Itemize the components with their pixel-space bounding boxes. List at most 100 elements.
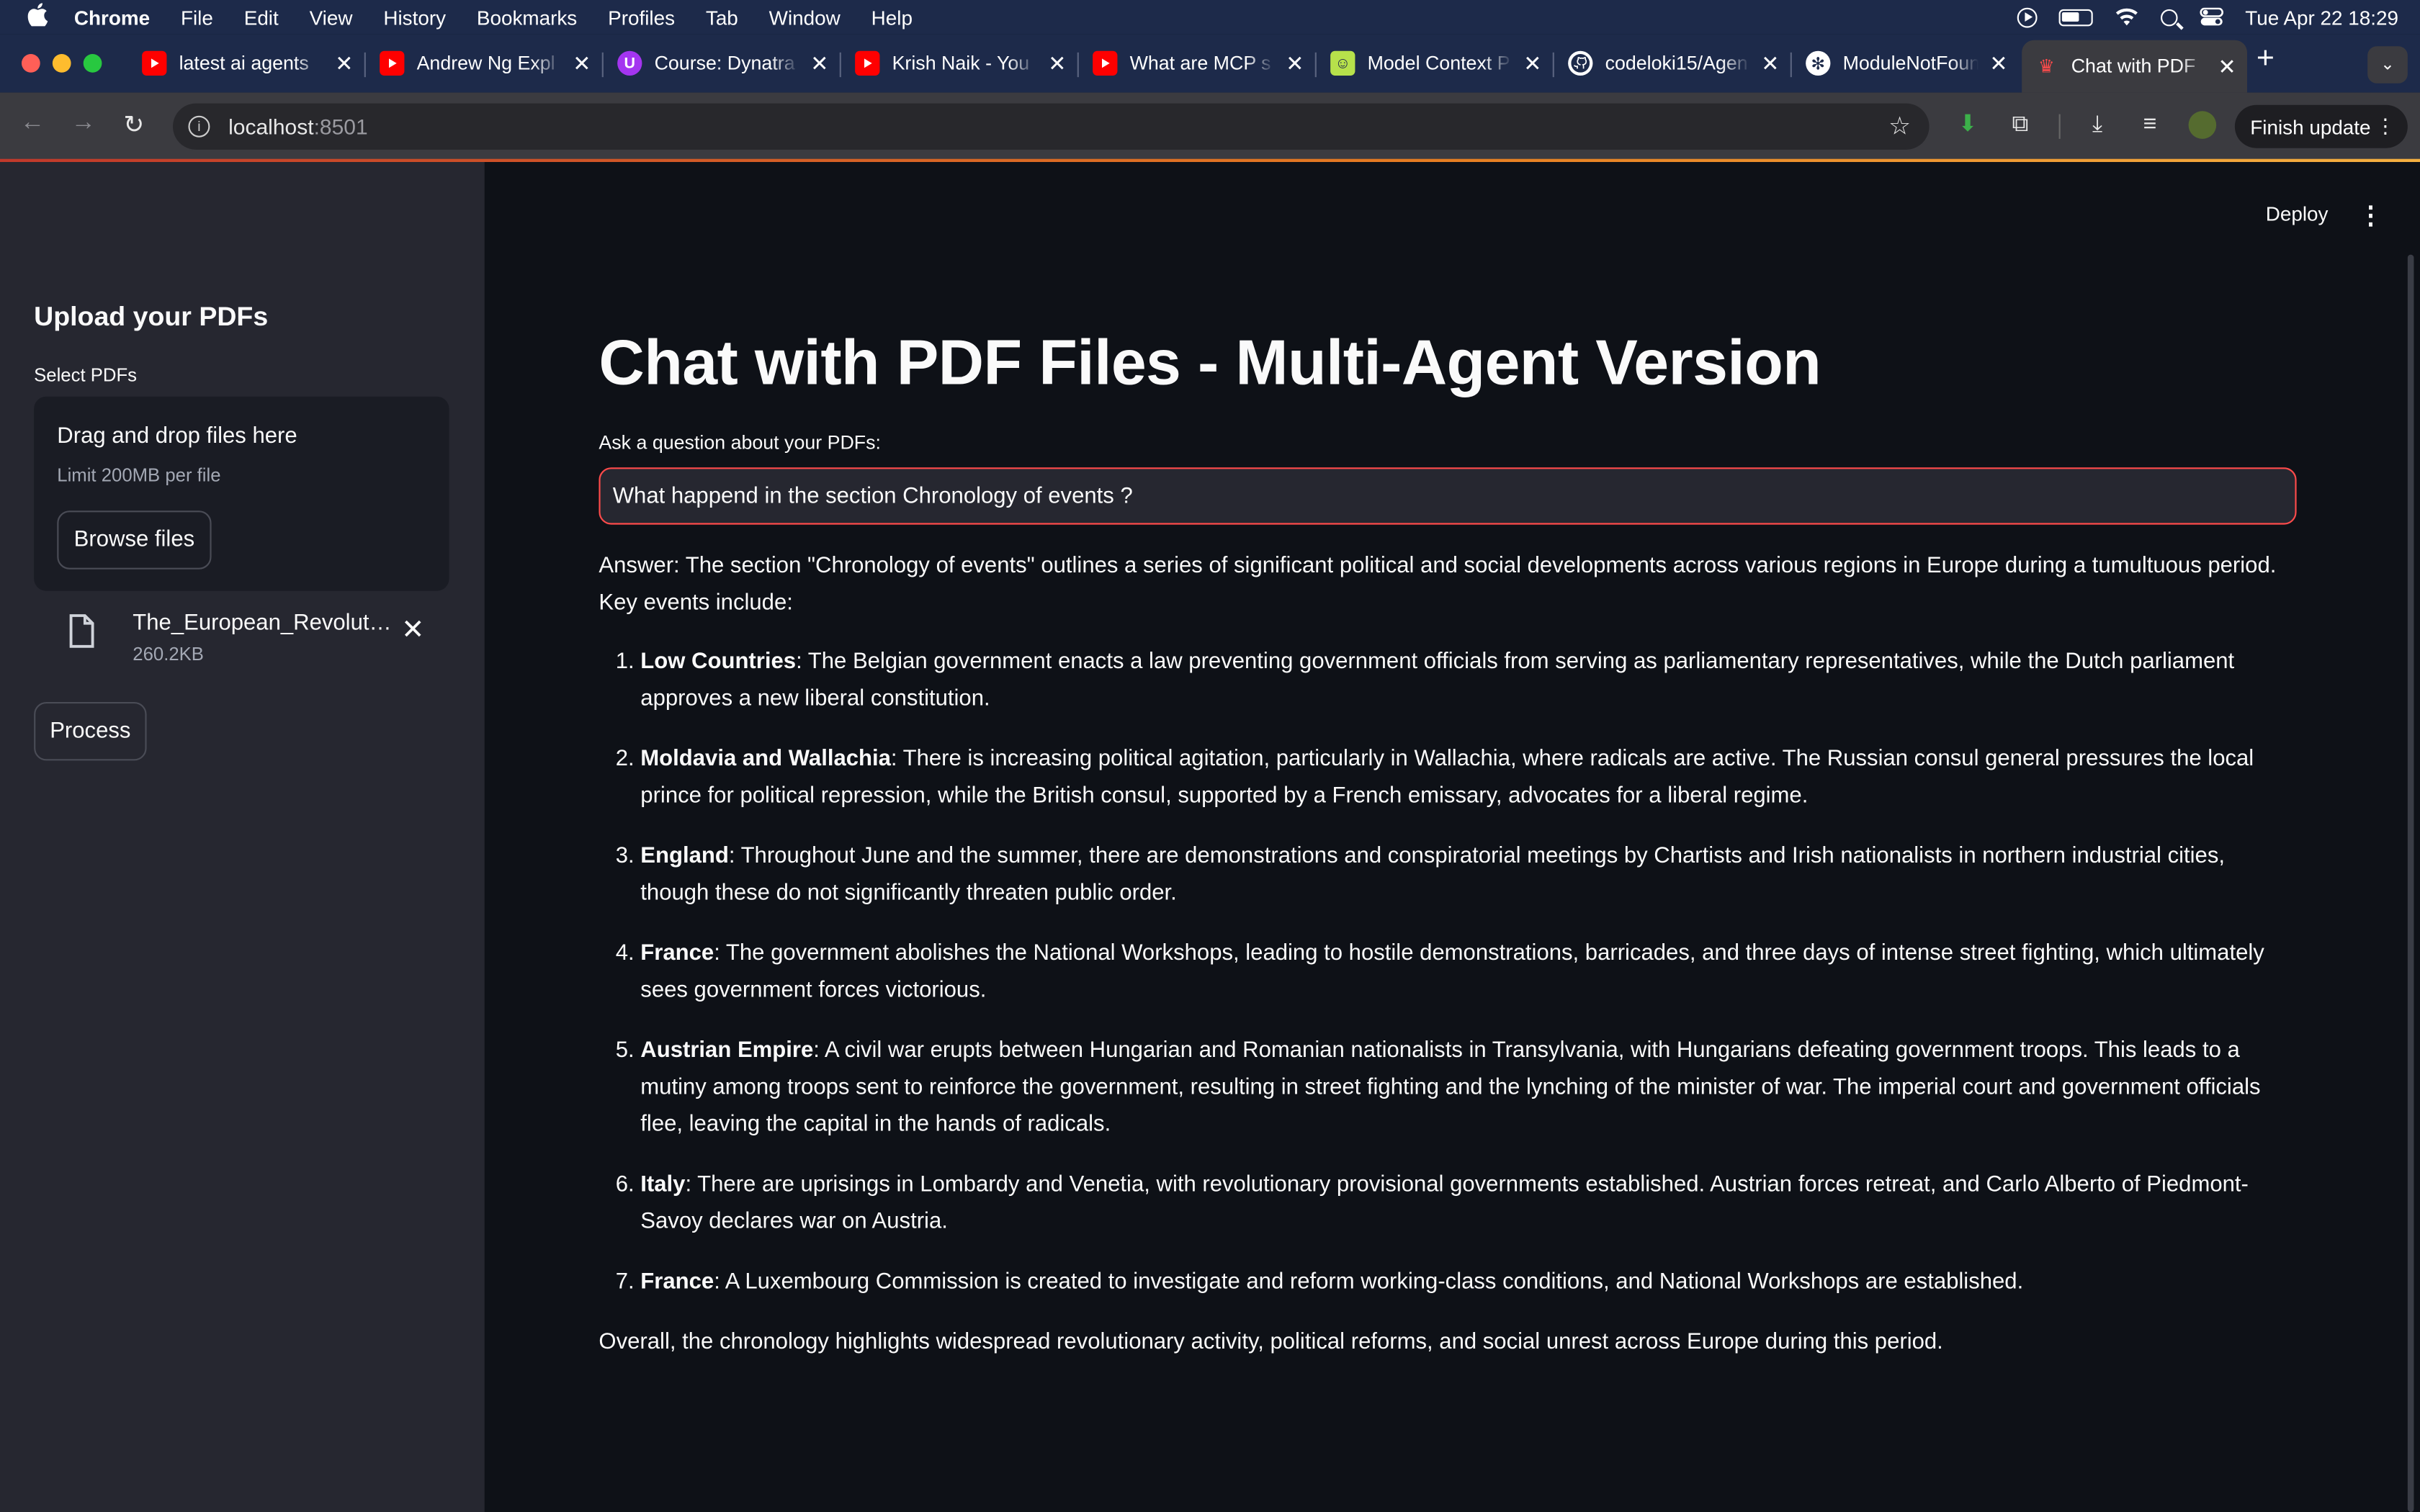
tab-title: What are MCP s	[1129, 52, 1271, 74]
browser-tab-active[interactable]: ♛ Chat with PDF ✕	[2022, 40, 2247, 93]
process-button[interactable]: Process	[34, 701, 147, 761]
reload-icon[interactable]: ↻	[123, 109, 144, 140]
tab-search-chevron-icon[interactable]: ⌄	[2367, 46, 2408, 84]
close-tab-icon[interactable]: ✕	[2216, 53, 2238, 79]
profile-avatar[interactable]	[2188, 111, 2217, 139]
menu-window[interactable]: Window	[769, 6, 841, 29]
github-icon	[1568, 50, 1593, 76]
close-tab-icon[interactable]: ✕	[809, 50, 830, 76]
sidebar-title: Upload your PDFs	[34, 300, 269, 332]
finish-update-button[interactable]: Finish update ⋮	[2234, 104, 2408, 148]
file-icon	[68, 614, 94, 648]
menu-file[interactable]: File	[181, 6, 213, 29]
answer-list: Low Countries: The Belgian government en…	[599, 644, 2296, 1301]
browser-tab[interactable]: codeloki15/Agen ✕	[1556, 40, 1791, 86]
back-arrow-icon[interactable]: ←	[20, 109, 45, 138]
tab-title: codeloki15/Agen	[1605, 52, 1748, 74]
site-info-icon[interactable]: i	[188, 115, 210, 138]
url-port: :8501	[313, 114, 368, 139]
list-item: France: The government abolishes the Nat…	[640, 935, 2296, 1009]
close-tab-icon[interactable]: ✕	[571, 50, 593, 76]
answer-block: Answer: The section "Chronology of event…	[599, 548, 2296, 1361]
reading-list-icon[interactable]: ≡	[2136, 111, 2164, 139]
menubar-clock[interactable]: Tue Apr 22 18:29	[2245, 6, 2398, 29]
tab-title: Andrew Ng Expl	[416, 52, 555, 74]
question-input[interactable]	[599, 467, 2297, 525]
menu-edit[interactable]: Edit	[244, 6, 279, 29]
apple-icon[interactable]	[27, 3, 53, 31]
close-tab-icon[interactable]: ✕	[333, 50, 355, 76]
select-pdfs-label: Select PDFs	[34, 364, 138, 386]
menu-help[interactable]: Help	[871, 6, 913, 29]
zoom-window-button[interactable]	[83, 54, 102, 73]
minimize-window-button[interactable]	[52, 54, 71, 73]
address-bar[interactable]: i localhost:8501 ☆	[173, 103, 1930, 150]
deploy-button[interactable]: Deploy	[2266, 202, 2329, 225]
menu-history[interactable]: History	[383, 6, 446, 29]
region-label: Austrian Empire	[640, 1038, 814, 1063]
menu-tab[interactable]: Tab	[706, 6, 738, 29]
url-host: localhost	[228, 114, 314, 139]
tab-title: Model Context P	[1367, 52, 1510, 74]
list-item: France: A Luxembourg Commission is creat…	[640, 1264, 2296, 1300]
list-item: Italy: There are uprisings in Lombardy a…	[640, 1166, 2296, 1241]
close-tab-icon[interactable]: ✕	[1284, 50, 1306, 76]
list-item: Low Countries: The Belgian government en…	[640, 644, 2296, 718]
bookmark-star-icon[interactable]: ☆	[1888, 111, 1911, 142]
forward-arrow-icon[interactable]: →	[71, 109, 96, 138]
browser-tab[interactable]: Andrew Ng Expl ✕	[367, 40, 602, 86]
main-content: Deploy ⋮ Chat with PDF Files - Multi-Age…	[484, 162, 2420, 1512]
close-tab-icon[interactable]: ✕	[1522, 50, 1543, 76]
spotlight-search-icon[interactable]	[2160, 8, 2178, 26]
browser-tab[interactable]: What are MCP s ✕	[1080, 40, 1315, 86]
smiley-icon: ☺	[1330, 50, 1355, 76]
menu-view[interactable]: View	[310, 6, 353, 29]
scrollbar[interactable]	[2407, 254, 2414, 1512]
item-text: : The government abolishes the National …	[640, 941, 2264, 1003]
file-name: The_European_Revoluti…	[133, 611, 393, 636]
download-extension-icon[interactable]: ⬇	[1954, 111, 1982, 139]
browser-tab[interactable]: Krish Naik - You ✕	[843, 40, 1077, 86]
openai-icon: ✻	[1806, 50, 1831, 76]
tab-title: ModuleNotFoun	[1842, 52, 1979, 74]
battery-icon[interactable]	[2058, 8, 2093, 26]
streamlit-icon: ♛	[2038, 55, 2055, 78]
close-tab-icon[interactable]: ✕	[1760, 50, 1781, 76]
now-playing-icon[interactable]	[2017, 6, 2038, 27]
window-controls	[22, 54, 102, 73]
region-label: Low Countries	[640, 649, 797, 675]
region-label: England	[640, 844, 729, 869]
macos-menubar: Chrome File Edit View History Bookmarks …	[0, 0, 2420, 35]
downloads-icon[interactable]: ⤓	[2084, 111, 2112, 139]
menu-app-name[interactable]: Chrome	[74, 6, 150, 29]
close-tab-icon[interactable]: ✕	[1988, 50, 2009, 76]
youtube-icon	[855, 50, 880, 76]
new-tab-icon[interactable]: +	[2257, 42, 2275, 77]
item-text: : The Belgian government enacts a law pr…	[640, 649, 2235, 711]
menu-profiles[interactable]: Profiles	[608, 6, 675, 29]
tab-title: Krish Naik - You	[892, 52, 1030, 74]
browser-tab[interactable]: ☺ Model Context P ✕	[1318, 40, 1553, 86]
wifi-icon[interactable]	[2114, 8, 2138, 27]
page-title: Chat with PDF Files - Multi-Agent Versio…	[599, 327, 1821, 398]
extensions-puzzle-icon[interactable]: ⧉	[2007, 111, 2035, 139]
close-tab-icon[interactable]: ✕	[1047, 50, 1068, 76]
file-dropzone[interactable]: Drag and drop files here Limit 200MB per…	[34, 396, 449, 591]
answer-intro: Answer: The section "Chronology of event…	[599, 554, 2277, 616]
browse-files-button[interactable]: Browse files	[57, 510, 212, 570]
main-menu-icon[interactable]: ⋮	[2358, 201, 2383, 232]
more-vertical-icon[interactable]: ⋮	[2375, 114, 2396, 139]
udemy-icon: U	[617, 50, 642, 76]
browser-tab[interactable]: latest ai agents ✕	[130, 40, 364, 86]
answer-closing: Overall, the chronology highlights wides…	[599, 1330, 1943, 1355]
finish-update-label: Finish update	[2250, 114, 2371, 138]
menu-bookmarks[interactable]: Bookmarks	[477, 6, 577, 29]
region-label: France	[640, 1269, 714, 1295]
browser-tab[interactable]: U Course: Dynatra ✕	[605, 40, 840, 86]
browser-tab-strip: latest ai agents ✕ Andrew Ng Expl ✕ U Co…	[0, 34, 2420, 93]
item-text: : A civil war erupts between Hungarian a…	[640, 1038, 2261, 1138]
browser-tab[interactable]: ✻ ModuleNotFoun ✕	[1793, 40, 2019, 86]
close-window-button[interactable]	[22, 54, 40, 73]
control-center-icon[interactable]	[2199, 7, 2223, 27]
remove-file-icon[interactable]: ✕	[401, 614, 424, 647]
